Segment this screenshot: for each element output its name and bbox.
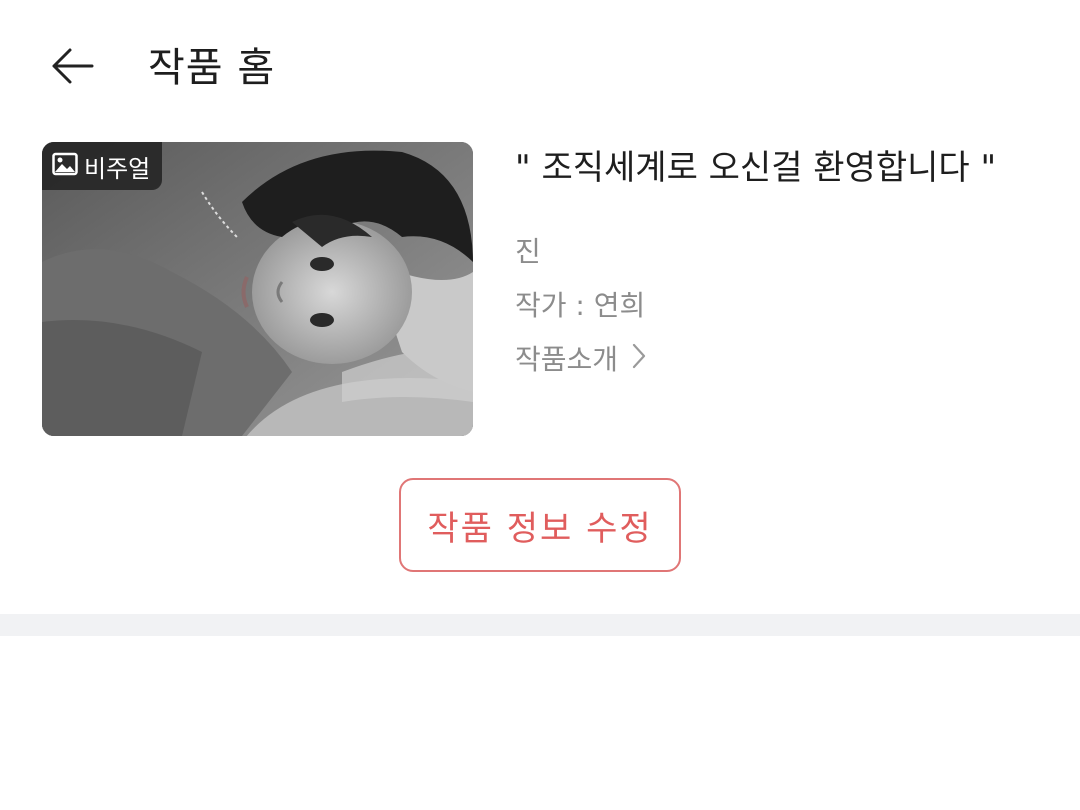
work-intro-label: 작품소개 xyxy=(515,343,619,376)
work-genre: 진 xyxy=(515,235,541,268)
page-title: 작품 홈 xyxy=(148,45,276,91)
visual-badge: 비주얼 xyxy=(42,142,163,190)
app-header: 작품 홈 xyxy=(0,0,1080,140)
edit-work-info-button[interactable]: 작품 정보 수정 xyxy=(399,478,681,572)
back-button[interactable] xyxy=(44,40,100,96)
section-divider xyxy=(0,614,1080,636)
cover-image[interactable]: 비주얼 xyxy=(42,142,473,436)
chevron-right-icon xyxy=(632,340,646,380)
arrow-left-icon xyxy=(48,46,96,90)
image-icon xyxy=(52,152,78,180)
work-author: 작가 : 연희 xyxy=(515,289,646,322)
work-intro-link[interactable]: 작품소개 xyxy=(515,340,1060,380)
work-info: " 조직세계로 오신걸 환영합니다 " 진 작가 : 연희 작품소개 xyxy=(515,140,1060,380)
work-title: " 조직세계로 오신걸 환영합니다 " xyxy=(515,148,997,188)
visual-badge-label: 비주얼 xyxy=(84,154,151,183)
